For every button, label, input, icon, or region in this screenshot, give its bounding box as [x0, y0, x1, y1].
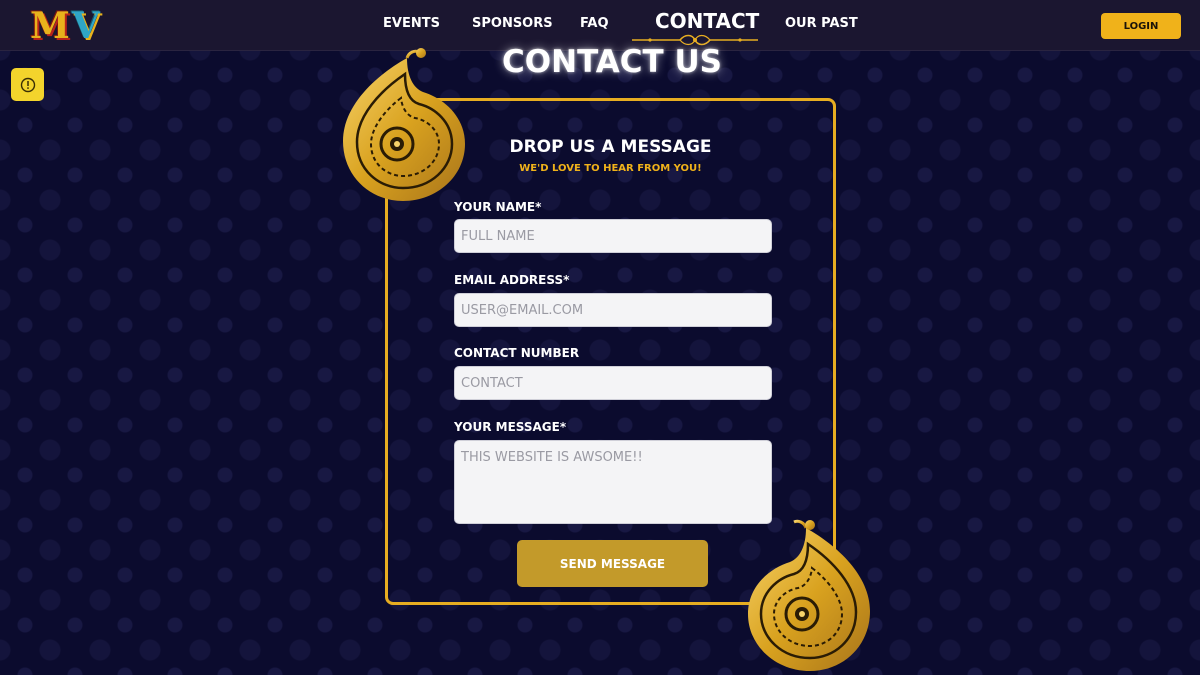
email-label: EMAIL ADDRESS* [454, 273, 570, 287]
nav-item-contact[interactable]: CONTACT [655, 9, 759, 33]
name-input[interactable] [454, 219, 772, 253]
nav-item-sponsors[interactable]: SPONSORS [472, 16, 553, 31]
nav-item-our-past[interactable]: OUR PAST [785, 16, 858, 31]
send-message-button[interactable]: SEND MESSAGE [517, 540, 708, 587]
logo-letter-v: V [71, 5, 100, 47]
message-label: YOUR MESSAGE* [454, 420, 567, 434]
nav-item-faq[interactable]: FAQ [580, 16, 609, 31]
email-input[interactable] [454, 293, 772, 327]
message-textarea[interactable] [454, 440, 772, 524]
login-button[interactable]: LOGIN [1101, 13, 1181, 39]
nav-item-events[interactable]: EVENTS [383, 16, 440, 31]
site-logo[interactable]: M V [30, 8, 100, 44]
logo-letter-m: M [30, 5, 70, 47]
form-heading: DROP US A MESSAGE [509, 137, 712, 157]
page-title: CONTACT US [502, 44, 722, 80]
form-subheading: WE'D LOVE TO HEAR FROM YOU! [519, 163, 702, 174]
contact-number-input[interactable] [454, 366, 772, 400]
paisley-ornament-icon [748, 519, 870, 671]
paisley-ornament-icon [343, 48, 465, 201]
contact-number-label: CONTACT NUMBER [454, 346, 580, 360]
name-label: YOUR NAME* [454, 200, 542, 214]
